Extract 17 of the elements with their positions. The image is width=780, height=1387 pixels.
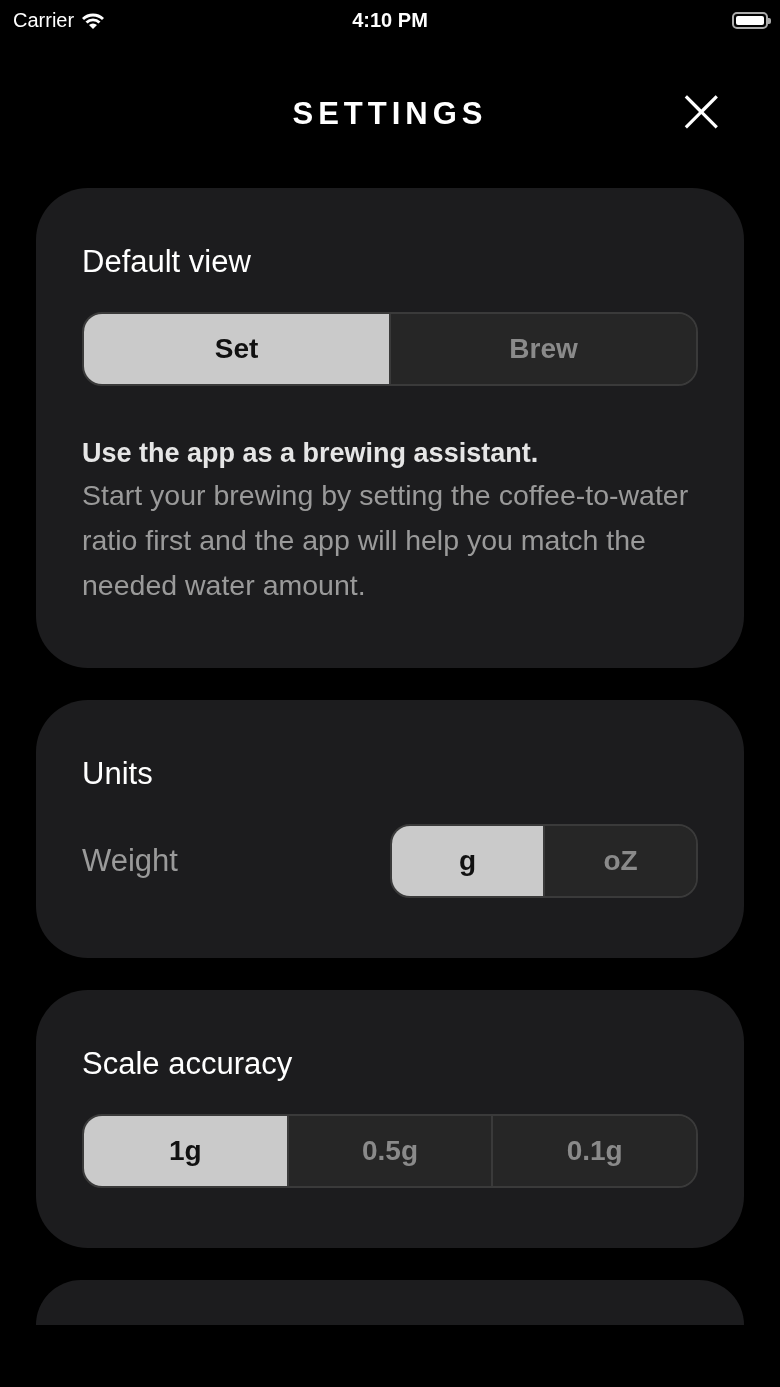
battery-icon	[732, 11, 768, 29]
close-button[interactable]: ×	[674, 88, 728, 132]
segment-option[interactable]: Set	[84, 314, 389, 384]
description-text: Start your brewing by setting the coffee-to-water ratio first and the app will help you match the needed water amount.	[82, 478, 690, 603]
row-label: Weight	[82, 843, 178, 879]
screen-title: SETTINGS	[292, 95, 488, 132]
description-heading: Use the app as a brewing assistant.	[82, 438, 540, 469]
segment-option[interactable]: Brew	[389, 314, 696, 384]
clock-time: 4:10 PM	[352, 8, 428, 32]
section-title: Scale accuracy	[82, 1046, 294, 1082]
segment-option[interactable]: 1g	[84, 1116, 287, 1186]
segment-option[interactable]: g	[392, 826, 543, 896]
carrier-label: Carrier	[13, 8, 75, 32]
segment-option[interactable]: 0.1g	[491, 1116, 696, 1186]
section-title: Units	[82, 756, 154, 792]
segment-option[interactable]: oZ	[543, 826, 696, 896]
section-title: Default view	[82, 244, 252, 280]
